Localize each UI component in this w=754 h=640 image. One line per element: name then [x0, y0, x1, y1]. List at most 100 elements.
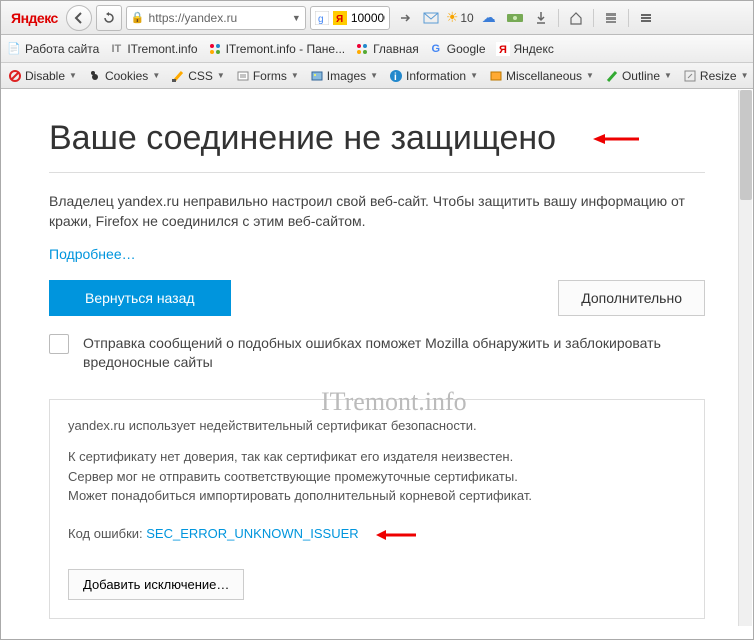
info-icon: i	[389, 69, 403, 83]
url-dropdown-icon[interactable]: ▼	[292, 13, 301, 23]
button-row: Вернуться назад Дополнительно	[49, 280, 705, 316]
caret-icon: ▼	[152, 71, 160, 80]
caret-icon: ▼	[586, 71, 594, 80]
error-page: Ваше соединение не защищено Владелец yan…	[1, 89, 753, 639]
error-code-link[interactable]: SEC_ERROR_UNKNOWN_ISSUER	[146, 526, 358, 541]
caret-icon: ▼	[741, 71, 749, 80]
dev-label: Resize	[700, 69, 737, 83]
vertical-scrollbar[interactable]	[738, 90, 752, 626]
lock-icon: 🔒	[131, 11, 145, 24]
download-icon[interactable]	[530, 7, 552, 29]
joomla-icon	[355, 42, 369, 56]
error-code-line: Код ошибки: SEC_ERROR_UNKNOWN_ISSUER	[68, 518, 686, 551]
bookmark-label: Главная	[373, 42, 419, 56]
resize-icon	[683, 69, 697, 83]
add-exception-button[interactable]: Добавить исключение…	[68, 569, 244, 600]
outline-icon	[605, 69, 619, 83]
dev-misc[interactable]: Miscellaneous ▼	[484, 69, 600, 83]
dev-label: Disable	[25, 69, 65, 83]
checkbox-label: Отправка сообщений о подобных ошибках по…	[83, 334, 705, 373]
money-icon[interactable]	[504, 7, 526, 29]
css-icon	[171, 69, 185, 83]
folder-icon: 📄	[7, 42, 21, 56]
url-input[interactable]	[149, 11, 288, 25]
weather-widget[interactable]: ☀ 10	[446, 9, 474, 26]
home-icon[interactable]	[565, 7, 587, 29]
bookmark-label: ITremont.info	[127, 42, 197, 56]
cert-text: К сертификату нет доверия, так как серти…	[68, 447, 686, 506]
dev-label: Images	[327, 69, 366, 83]
cert-details-box: yandex.ru использует недействительный се…	[49, 399, 705, 619]
bookmark-item[interactable]: IT ITremont.info	[109, 42, 197, 56]
search-input[interactable]	[351, 11, 385, 25]
advanced-button[interactable]: Дополнительно	[558, 280, 705, 316]
google-icon: G	[429, 42, 443, 56]
bookmark-item[interactable]: G Google	[429, 42, 486, 56]
cookies-icon	[88, 69, 102, 83]
dev-information[interactable]: i Information▼	[384, 69, 484, 83]
dev-outline[interactable]: Outline ▼	[600, 69, 678, 83]
go-button[interactable]	[394, 7, 416, 29]
browser-navbar: Яндекс 🔒 ▼ g Я ☀ 10 ☁	[1, 1, 753, 35]
bookmark-item[interactable]: Главная	[355, 42, 419, 56]
separator	[558, 9, 559, 27]
sun-icon: ☀	[446, 9, 459, 26]
dev-label: Forms	[253, 69, 287, 83]
cert-line: К сертификату нет доверия, так как серти…	[68, 449, 513, 464]
weather-temp: 10	[460, 11, 473, 25]
caret-icon: ▼	[664, 71, 672, 80]
reload-button[interactable]	[96, 5, 122, 31]
error-code-prefix: Код ошибки:	[68, 526, 146, 541]
annotation-arrow-icon	[593, 127, 641, 153]
mail-icon[interactable]	[420, 7, 442, 29]
dev-cookies[interactable]: Cookies ▼	[83, 69, 166, 83]
caret-icon: ▼	[291, 71, 299, 80]
joomla-icon	[208, 42, 222, 56]
caret-icon: ▼	[217, 71, 225, 80]
site-icon: IT	[109, 42, 123, 56]
devtools-bar: Disable▼ Cookies▼ CSS▼ Forms▼ Images▼ i …	[1, 63, 753, 89]
dev-label: Miscellaneous	[506, 69, 582, 83]
error-description: Владелец yandex.ru неправильно настроил …	[49, 191, 705, 232]
svg-text:i: i	[394, 72, 397, 83]
learn-more-link[interactable]: Подробнее…	[49, 246, 136, 262]
divider	[49, 172, 705, 173]
bookmark-label: ITremont.info - Пане...	[226, 42, 346, 56]
yandex-fav-icon: Я	[333, 11, 347, 25]
search-bar[interactable]: g Я	[310, 6, 390, 30]
report-checkbox-row: Отправка сообщений о подобных ошибках по…	[49, 334, 705, 373]
dev-resize[interactable]: Resize ▼	[678, 69, 754, 83]
go-back-button[interactable]: Вернуться назад	[49, 280, 231, 316]
images-icon	[310, 69, 324, 83]
bookmark-label: Google	[447, 42, 486, 56]
url-bar[interactable]: 🔒 ▼	[126, 6, 306, 30]
cert-line: Сервер мог не отправить соответствующие …	[68, 469, 518, 484]
dev-label: Cookies	[105, 69, 148, 83]
bookmarks-bar: 📄 Работа сайта IT ITremont.info ITremont…	[1, 35, 753, 63]
bookmark-label: Работа сайта	[25, 42, 99, 56]
google-icon: g	[315, 11, 329, 25]
bookmark-item[interactable]: 📄 Работа сайта	[7, 42, 99, 56]
cert-text: yandex.ru использует недействительный се…	[68, 416, 686, 436]
forms-icon	[236, 69, 250, 83]
dev-images[interactable]: Images ▼	[305, 69, 384, 83]
bookmark-item[interactable]: Я Яндекс	[496, 42, 554, 56]
annotation-arrow-icon	[376, 518, 418, 551]
dev-disable[interactable]: Disable▼	[3, 69, 83, 83]
bookmark-label: Яндекс	[514, 42, 554, 56]
scrollbar-thumb[interactable]	[740, 90, 752, 200]
bookmarks-icon[interactable]	[600, 7, 622, 29]
bookmark-item[interactable]: ITremont.info - Пане...	[208, 42, 346, 56]
misc-icon	[489, 69, 503, 83]
dev-forms[interactable]: Forms ▼	[231, 69, 305, 83]
svg-text:Я: Я	[499, 44, 507, 56]
menu-icon[interactable]	[635, 7, 657, 29]
dev-css[interactable]: CSS▼	[166, 69, 231, 83]
back-button[interactable]	[66, 5, 92, 31]
cloud-icon[interactable]: ☁	[478, 7, 500, 29]
disable-icon	[8, 69, 22, 83]
report-checkbox[interactable]	[49, 334, 69, 354]
dev-label: Outline	[622, 69, 660, 83]
caret-icon: ▼	[370, 71, 378, 80]
dev-label: Information	[406, 69, 466, 83]
